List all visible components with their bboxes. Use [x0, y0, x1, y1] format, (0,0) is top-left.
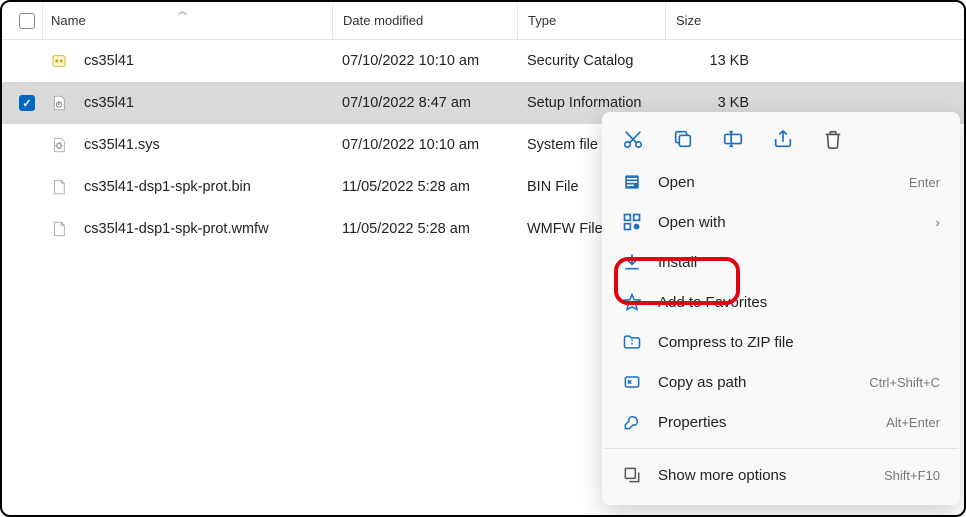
context-item-more[interactable]: Show more options Shift+F10: [602, 455, 960, 495]
context-menu: Open Enter Open with › Install Add to Fa…: [602, 112, 960, 505]
install-icon: [622, 252, 642, 272]
file-name: cs35l41: [84, 95, 134, 111]
context-item-compress[interactable]: Compress to ZIP file: [602, 322, 960, 362]
file-type-icon: [50, 220, 68, 238]
context-label: Show more options: [658, 467, 884, 484]
context-label: Add to Favorites: [658, 294, 940, 311]
column-header-type[interactable]: Type: [517, 2, 665, 39]
row-checkbox-cell[interactable]: [12, 95, 42, 111]
context-shortcut: Alt+Enter: [886, 415, 940, 430]
file-name-cell[interactable]: cs35l41.sys: [42, 136, 332, 154]
context-item-copypath[interactable]: Copy as path Ctrl+Shift+C: [602, 362, 960, 402]
rename-icon[interactable]: [722, 128, 744, 150]
file-type-icon: [50, 52, 68, 70]
delete-icon[interactable]: [822, 128, 844, 150]
file-date: 07/10/2022 10:10 am: [332, 53, 517, 69]
context-label: Install: [658, 254, 940, 271]
more-options-icon: [622, 465, 642, 485]
context-item-install[interactable]: Install: [602, 242, 960, 282]
column-header-size[interactable]: Size: [665, 2, 763, 39]
file-date: 07/10/2022 8:47 am: [332, 95, 517, 111]
context-label: Open with: [658, 214, 935, 231]
copypath-icon: [622, 372, 642, 392]
zip-icon: [622, 332, 642, 352]
file-name: cs35l41-dsp1-spk-prot.wmfw: [84, 221, 269, 237]
file-type: Setup Information: [517, 95, 665, 111]
openwith-icon: [622, 212, 642, 232]
row-checkbox[interactable]: [19, 95, 35, 111]
wrench-icon: [622, 412, 642, 432]
file-type: Security Catalog: [517, 53, 665, 69]
file-name-cell[interactable]: cs35l41: [42, 52, 332, 70]
file-row[interactable]: cs35l41 07/10/2022 10:10 amSecurity Catal…: [2, 40, 964, 82]
context-shortcut: Enter: [909, 175, 940, 190]
open-icon: [622, 172, 642, 192]
select-all-checkbox[interactable]: [19, 13, 35, 29]
file-size: 3 KB: [665, 95, 763, 111]
column-header-row: ︿ Name Date modified Type Size: [2, 2, 964, 40]
file-name: cs35l41.sys: [84, 137, 160, 153]
context-shortcut: Shift+F10: [884, 468, 940, 483]
context-label: Compress to ZIP file: [658, 334, 940, 351]
context-separator: [604, 448, 958, 449]
context-shortcut: Ctrl+Shift+C: [869, 375, 940, 390]
context-item-favorites[interactable]: Add to Favorites: [602, 282, 960, 322]
file-name-cell[interactable]: cs35l41-dsp1-spk-prot.bin: [42, 178, 332, 196]
column-header-date[interactable]: Date modified: [332, 2, 517, 39]
context-label: Copy as path: [658, 374, 869, 391]
file-size: 13 KB: [665, 53, 763, 69]
context-label: Open: [658, 174, 909, 191]
context-item-openwith[interactable]: Open with ›: [602, 202, 960, 242]
file-name: cs35l41: [84, 53, 134, 69]
cut-icon[interactable]: [622, 128, 644, 150]
file-type-icon: [50, 178, 68, 196]
context-label: Properties: [658, 414, 886, 431]
share-icon[interactable]: [772, 128, 794, 150]
file-type-icon: [50, 136, 68, 154]
file-name-cell[interactable]: cs35l41-dsp1-spk-prot.wmfw: [42, 220, 332, 238]
copy-icon[interactable]: [672, 128, 694, 150]
select-all-cell[interactable]: [12, 13, 42, 29]
file-date: 07/10/2022 10:10 am: [332, 137, 517, 153]
chevron-right-icon: ›: [935, 214, 940, 230]
file-date: 11/05/2022 5:28 am: [332, 179, 517, 195]
sort-indicator-icon: ︿: [178, 4, 187, 17]
context-item-properties[interactable]: Properties Alt+Enter: [602, 402, 960, 442]
file-name: cs35l41-dsp1-spk-prot.bin: [84, 179, 251, 195]
file-type-icon: [50, 94, 68, 112]
file-date: 11/05/2022 5:28 am: [332, 221, 517, 237]
context-item-open[interactable]: Open Enter: [602, 162, 960, 202]
file-name-cell[interactable]: cs35l41: [42, 94, 332, 112]
star-icon: [622, 292, 642, 312]
context-toolbar: [602, 118, 960, 162]
